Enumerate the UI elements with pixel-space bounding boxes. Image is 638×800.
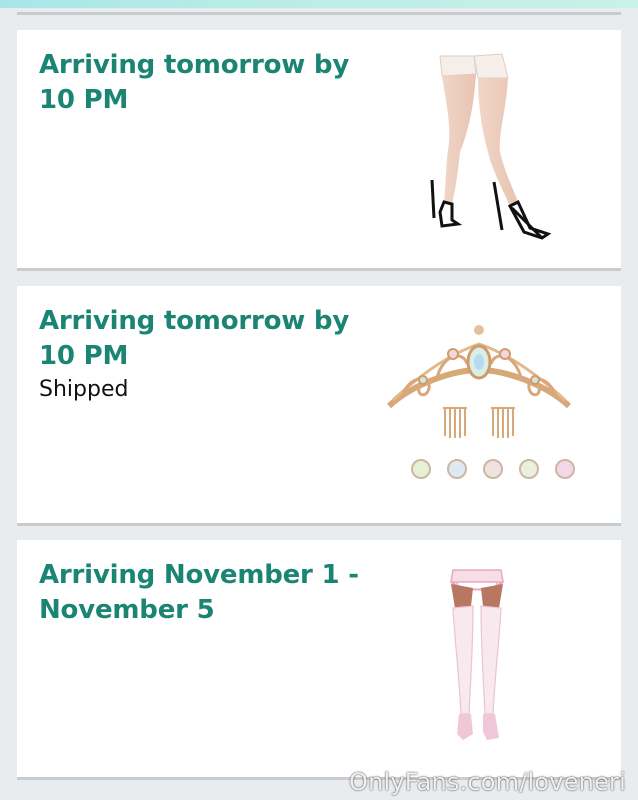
shipping-status-text: Shipped — [39, 377, 129, 402]
arrival-date-text: Arriving tomorrow by 10 PM — [39, 50, 350, 115]
tiara-icon[interactable] — [383, 314, 575, 486]
top-divider — [17, 12, 621, 15]
garter-stockings-icon[interactable] — [447, 564, 507, 750]
order-card[interactable]: Arriving tomorrow by 10 PM — [17, 30, 621, 271]
order-card[interactable]: Arriving tomorrow by 10 PM Shipped — [17, 286, 621, 526]
order-card[interactable]: Arriving November 1 - November 5 — [17, 540, 621, 780]
top-accent-bar — [0, 0, 638, 8]
watermark-text: OnlyFans.com/loveneri — [348, 768, 626, 796]
arrival-date-text: Arriving tomorrow by 10 PM — [39, 306, 350, 371]
arrival-date-text: Arriving November 1 - November 5 — [39, 560, 359, 625]
thigh-high-stockings-icon[interactable] — [412, 52, 552, 242]
